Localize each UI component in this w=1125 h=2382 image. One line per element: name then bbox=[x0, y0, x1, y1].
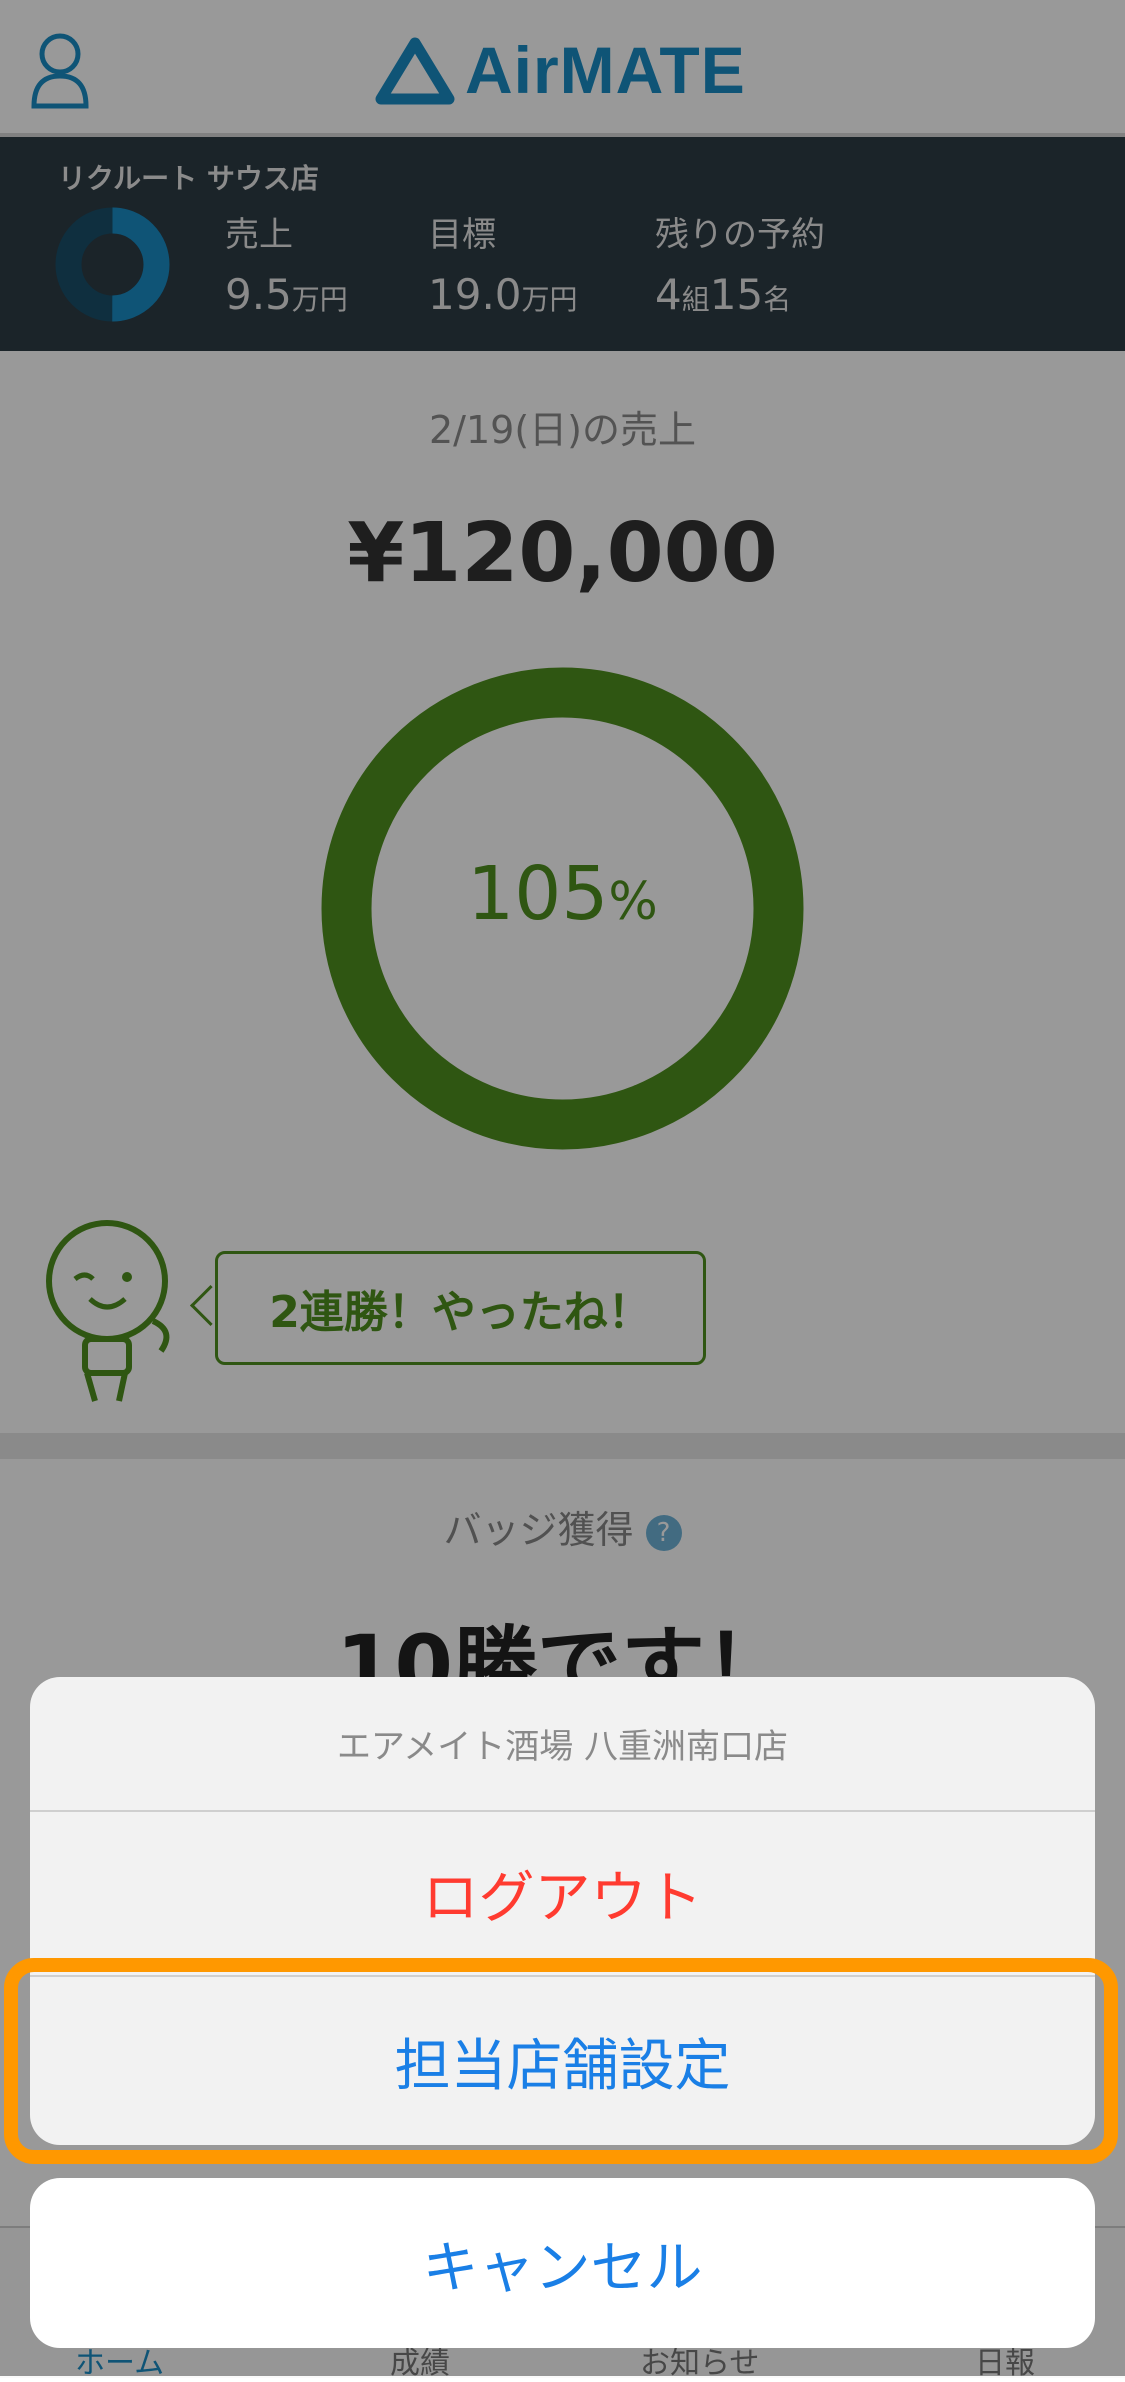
action-sheet-title: エアメイト酒場 八重洲南口店 bbox=[30, 1677, 1095, 1812]
logout-button[interactable]: ログアウト bbox=[30, 1812, 1095, 1977]
highlight-frame bbox=[4, 1958, 1118, 2164]
cancel-button[interactable]: キャンセル bbox=[30, 2178, 1095, 2348]
